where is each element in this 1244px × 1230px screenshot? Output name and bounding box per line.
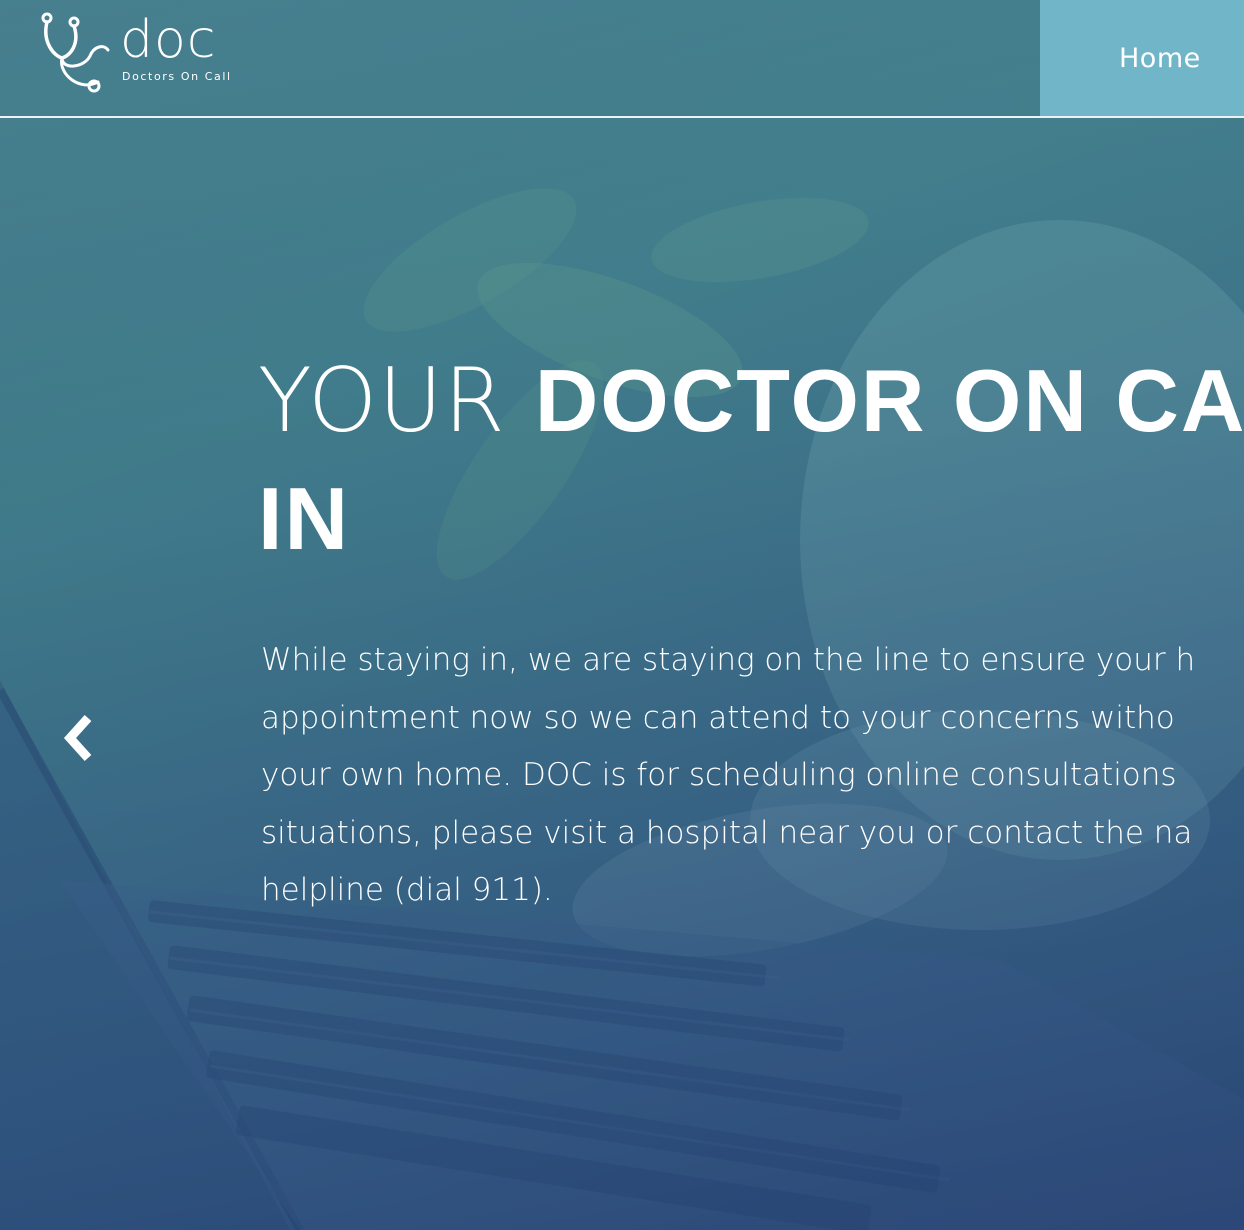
hero-description-line: While staying in, we are staying on the …	[261, 642, 1196, 678]
chevron-left-icon	[63, 714, 92, 762]
carousel-prev-button[interactable]	[58, 710, 102, 766]
hero-description: While staying in, we are staying on the …	[261, 632, 1244, 920]
hero-title-bold-line2: IN	[258, 469, 350, 568]
brand-logo[interactable]: doc Doctors On Call	[40, 12, 240, 94]
hero-description-line: situations, please visit a hospital near…	[261, 814, 1193, 851]
site-header: doc Doctors On Call Home	[0, 0, 1244, 118]
hero-description-line: appointment now so we can attend to your…	[261, 699, 1175, 736]
nav-item-home-label: Home	[1119, 42, 1201, 74]
hero-title: YOUR DOCTOR ON CA IN	[258, 342, 1244, 578]
nav-item-home[interactable]: Home	[1040, 0, 1244, 116]
stethoscope-icon	[41, 12, 110, 93]
logo-tagline: Doctors On Call	[122, 70, 232, 83]
hero-title-bold: DOCTOR ON CA	[534, 351, 1244, 450]
hero-description-line: your own home. DOC is for scheduling onl…	[261, 757, 1177, 793]
hero-background-image	[0, 0, 1244, 1230]
logo-wordmark: doc	[120, 10, 217, 70]
hero-title-light: YOUR	[258, 349, 535, 452]
hero-description-line: helpline (dial 911).	[261, 872, 553, 908]
page: doc Doctors On Call Home YOUR DOCTOR ON …	[0, 0, 1244, 1230]
